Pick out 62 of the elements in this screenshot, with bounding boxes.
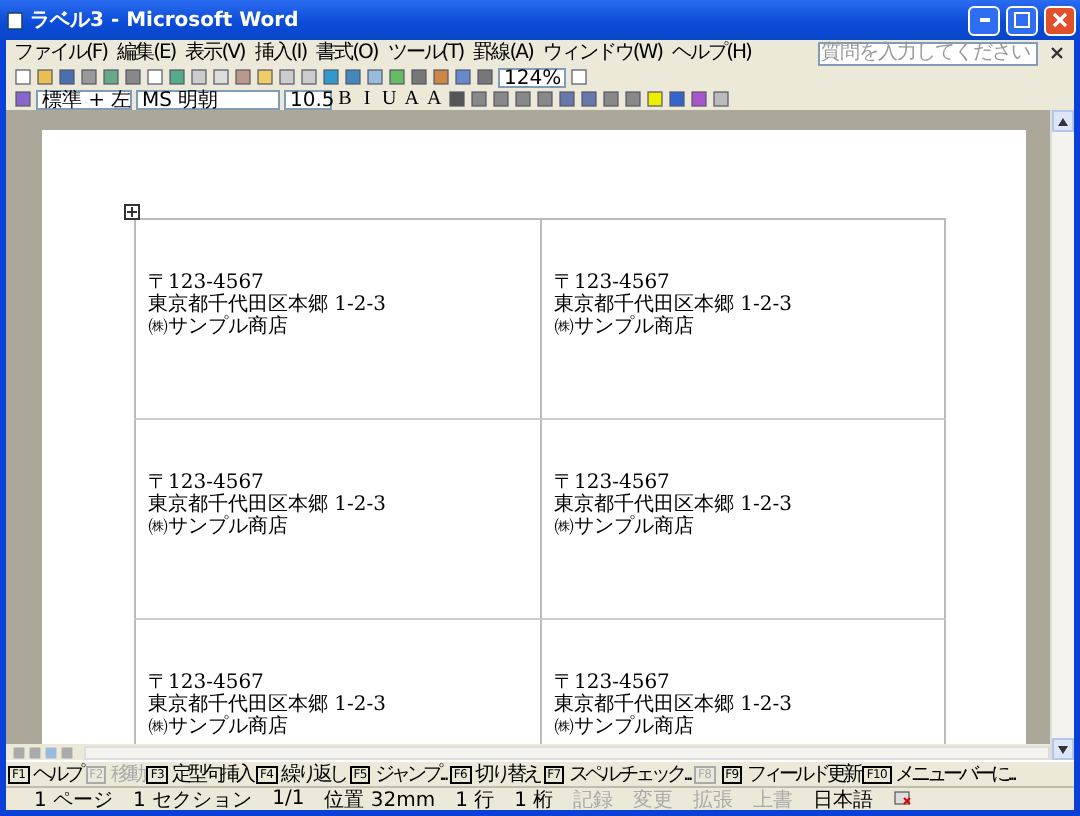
menu-item[interactable]: 編集(E)	[117, 41, 176, 65]
menu-item[interactable]: ウィンドウ(W)	[542, 41, 663, 65]
address-line: 〒123-4567	[554, 672, 672, 694]
address-line: ㈱サンプル商店	[148, 516, 290, 538]
close-icon	[1052, 12, 1068, 28]
address-line: 東京都千代田区本郷 1-2-3	[148, 494, 389, 516]
address-line: 東京都千代田区本郷 1-2-3	[148, 694, 389, 716]
minimize-icon	[979, 18, 989, 22]
address-line: 〒123-4567	[554, 472, 672, 494]
scroll-up-icon[interactable]	[1058, 117, 1068, 125]
status-text: 上書	[753, 787, 794, 813]
font-size-field[interactable]: 10.5	[284, 89, 332, 109]
address-line: 〒123-4567	[148, 272, 266, 294]
format-button[interactable]: A	[424, 89, 444, 109]
horizontal-scrollbar[interactable]	[84, 745, 1050, 759]
document-icon	[6, 11, 24, 29]
status-text: 日本語	[813, 787, 874, 813]
address-line: ㈱サンプル商店	[148, 316, 290, 338]
address-line: 東京都千代田区本郷 1-2-3	[554, 294, 795, 316]
menu-item[interactable]: ヘルプ(H)	[672, 41, 751, 65]
address-line: ㈱サンプル商店	[554, 516, 696, 538]
address-line: 〒123-4567	[148, 672, 266, 694]
scroll-down-icon[interactable]	[1058, 745, 1068, 753]
window-title: ラベル3 - Microsoft Word	[30, 8, 301, 34]
close-icon[interactable]	[1048, 44, 1066, 62]
address-line: 〒123-4567	[554, 272, 672, 294]
maximize-button[interactable]	[1006, 5, 1038, 35]
address-line: 〒123-4567	[148, 472, 266, 494]
font-field[interactable]: MS 明朝	[136, 89, 280, 109]
address-line: ㈱サンプル商店	[554, 716, 696, 738]
address-line: 東京都千代田区本郷 1-2-3	[554, 494, 795, 516]
status-text: 記録	[573, 787, 614, 813]
status-text: 位置 32mm	[324, 787, 436, 813]
status-text: 1 行	[455, 787, 495, 813]
address-line: ㈱サンプル商店	[554, 316, 696, 338]
address-line: ㈱サンプル商店	[148, 716, 290, 738]
menu-item[interactable]: ファイル(F)	[14, 41, 108, 65]
menu-item[interactable]: ツール(T)	[387, 41, 464, 65]
menu-item[interactable]: 挿入(I)	[254, 41, 307, 65]
zoom-field[interactable]: 124%	[498, 67, 566, 87]
status-text: 1 桁	[514, 787, 554, 813]
format-button[interactable]: U	[380, 89, 399, 109]
address-line: 東京都千代田区本郷 1-2-3	[554, 694, 795, 716]
format-button[interactable]: B	[336, 89, 354, 109]
close-button[interactable]	[1044, 5, 1076, 35]
maximize-icon	[1014, 12, 1030, 28]
vertical-scrollbar[interactable]	[1050, 110, 1074, 760]
menu-item[interactable]: 罫線(A)	[473, 41, 533, 65]
status-text: 1 セクション	[133, 787, 253, 813]
address-line: 東京都千代田区本郷 1-2-3	[148, 294, 389, 316]
status-text: 変更	[633, 787, 674, 813]
style-field[interactable]: 標準 + 左	[36, 89, 132, 109]
table-move-handle-icon[interactable]	[124, 204, 140, 220]
minimize-button[interactable]	[968, 5, 1000, 35]
status-text: 1/1	[272, 788, 305, 810]
format-button[interactable]: I	[358, 89, 376, 109]
menu-item[interactable]: 表示(V)	[185, 41, 245, 65]
status-text: 拡張	[693, 787, 734, 813]
menu-item[interactable]: 書式(O)	[316, 41, 378, 65]
status-text: 1 ページ	[34, 787, 114, 813]
format-button[interactable]: A	[402, 89, 421, 109]
spelling-status-icon	[893, 790, 912, 808]
